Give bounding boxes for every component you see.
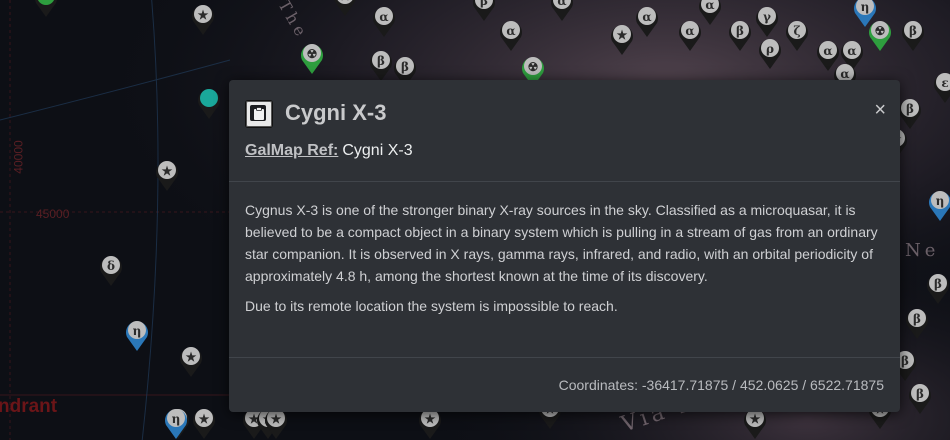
- galmap-ref: GalMap Ref: Cygni X-3: [245, 142, 413, 160]
- map-marker[interactable]: γ: [754, 4, 780, 38]
- map-marker[interactable]: ☢: [867, 18, 893, 52]
- marker-glyph: α: [642, 10, 652, 24]
- galmap-ref-link[interactable]: GalMap Ref:: [245, 142, 338, 159]
- map-marker[interactable]: η: [163, 406, 189, 440]
- map-marker[interactable]: ☢: [299, 41, 325, 75]
- system-info-modal: Cygni X-3 × GalMap Ref: Cygni X-3 Cygnus …: [229, 80, 900, 412]
- description-paragraph: Cygnus X-3 is one of the stronger binary…: [245, 202, 878, 284]
- marker-glyph: β: [906, 102, 914, 116]
- marker-glyph: ★: [197, 8, 209, 22]
- map-marker[interactable]: α: [634, 4, 660, 38]
- map-marker[interactable]: β: [727, 18, 753, 52]
- modal-body: Cygnus X-3 is one of the stronger binary…: [245, 199, 887, 325]
- map-marker[interactable]: ★: [154, 158, 180, 192]
- marker-glyph: η: [171, 412, 181, 426]
- modal-header: Cygni X-3 × GalMap Ref: Cygni X-3: [229, 80, 900, 182]
- marker-glyph: ★: [332, 0, 358, 6]
- marker-glyph: η: [860, 0, 870, 14]
- marker-glyph: δ: [106, 259, 115, 273]
- description-paragraph: Due to its remote location the system is…: [245, 298, 618, 314]
- marker-glyph: β: [736, 24, 744, 38]
- marker-glyph: β: [401, 60, 409, 74]
- map-marker[interactable]: α: [697, 0, 723, 26]
- map-marker[interactable]: [196, 86, 222, 120]
- marker-glyph: ☢: [874, 24, 886, 38]
- marker-glyph: ε: [941, 76, 949, 90]
- clipboard-icon: [245, 100, 273, 128]
- map-marker[interactable]: β: [900, 18, 926, 52]
- marker-glyph: ☢: [527, 60, 539, 74]
- marker-glyph: ★: [749, 412, 761, 426]
- map-marker[interactable]: ζ: [784, 18, 810, 52]
- coordinates-readout: Coordinates: -36417.71875 / 452.0625 / 6…: [558, 377, 884, 393]
- marker-glyph: α: [823, 44, 833, 58]
- marker-glyph: α: [506, 24, 516, 38]
- map-marker[interactable]: β: [471, 0, 497, 22]
- map-marker[interactable]: ★: [332, 0, 358, 17]
- marker-glyph: γ: [763, 10, 771, 24]
- marker-glyph: β: [916, 387, 924, 401]
- marker-glyph: [196, 89, 222, 109]
- galmap-ref-value: Cygni X-3: [342, 142, 413, 159]
- modal-footer: Coordinates: -36417.71875 / 452.0625 / 6…: [229, 357, 900, 412]
- close-icon[interactable]: ×: [874, 100, 886, 120]
- map-marker[interactable]: ★: [178, 344, 204, 378]
- marker-glyph: α: [847, 44, 857, 58]
- marker-glyph: ★: [424, 412, 436, 426]
- map-marker[interactable]: ★: [190, 2, 216, 36]
- marker-glyph: ☢: [306, 47, 318, 61]
- marker-glyph: α: [705, 0, 715, 12]
- marker-glyph: ★: [198, 412, 210, 426]
- marker-glyph: α: [379, 10, 389, 24]
- marker-glyph: ★: [161, 164, 173, 178]
- marker-glyph: β: [480, 0, 488, 8]
- map-marker[interactable]: ε: [932, 70, 950, 104]
- map-marker[interactable]: β: [368, 48, 394, 82]
- grid-label: 40000: [11, 140, 26, 174]
- map-marker[interactable]: ★: [191, 406, 217, 440]
- map-marker[interactable]: α: [371, 4, 397, 38]
- map-marker[interactable]: β: [925, 271, 950, 305]
- map-marker[interactable]: β: [904, 306, 930, 340]
- grid-label: 45000: [36, 207, 70, 221]
- map-marker[interactable]: β: [897, 96, 923, 130]
- map-marker[interactable]: ★: [609, 22, 635, 56]
- marker-glyph: ★: [616, 28, 628, 42]
- marker-glyph: β: [909, 24, 917, 38]
- map-marker[interactable]: α: [498, 18, 524, 52]
- marker-glyph: ★: [185, 350, 197, 364]
- modal-title: Cygni X-3: [285, 100, 387, 125]
- marker-glyph: β: [934, 277, 942, 291]
- marker-glyph: β: [913, 312, 921, 326]
- map-marker[interactable]: ρ: [757, 36, 783, 70]
- marker-glyph: η: [132, 324, 142, 338]
- marker-glyph: ζ: [793, 24, 801, 38]
- marker-glyph: η: [935, 194, 945, 208]
- marker-glyph: β: [377, 54, 385, 68]
- marker-glyph: α: [557, 0, 567, 8]
- quadrant-label: ndrant: [0, 396, 58, 417]
- map-marker[interactable]: [33, 0, 59, 18]
- map-marker[interactable]: η: [927, 188, 950, 222]
- map-marker[interactable]: η: [124, 318, 150, 352]
- map-marker[interactable]: α: [549, 0, 575, 22]
- marker-glyph: ρ: [766, 42, 774, 56]
- marker-glyph: ★: [270, 412, 282, 426]
- marker-glyph: [33, 0, 59, 7]
- map-marker[interactable]: β: [907, 381, 933, 415]
- map-marker[interactable]: δ: [98, 253, 124, 287]
